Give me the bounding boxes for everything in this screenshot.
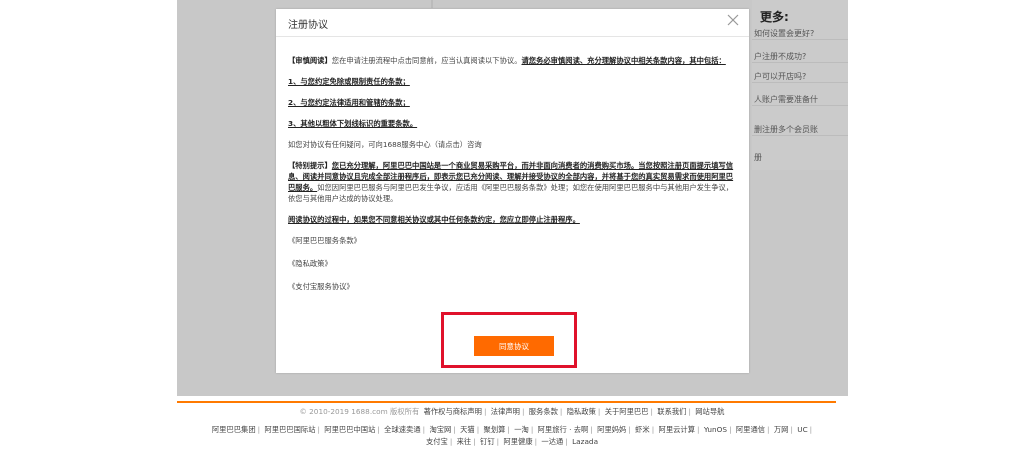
copyright-text: © 2010-2019 1688.com 版权所有 (299, 407, 420, 416)
alipay-agreement-link[interactable]: 《支付宝服务协议》 (288, 281, 736, 292)
footer-row-3: 支付宝 | 来往 | 钉钉 | 阿里健康 | 一达通 | Lazada (425, 437, 599, 446)
help-item: 人账户需要准备什 (752, 94, 848, 106)
term-item-1: 1、与您约定免除或限制责任的条款； (288, 77, 410, 86)
special-notice-text: 如您因阿里巴巴服务与阿里巴巴发生争议，应适用《阿里巴巴服务条款》处理；如您在使用… (288, 183, 734, 203)
footer-divider (177, 401, 836, 403)
footer-link[interactable]: 著作权与商标声明 (423, 407, 483, 416)
footer-link[interactable]: 法律声明 (490, 407, 521, 416)
footer-link[interactable]: 天猫 (459, 425, 476, 434)
highlight-box: 同意协议 (441, 312, 577, 368)
footer-link[interactable]: 阿里巴巴集团 (211, 425, 257, 434)
footer-link[interactable]: 一达通 (540, 437, 564, 446)
footer-row-2: 阿里巴巴集团 | 阿里巴巴国际站 | 阿里巴巴中国站 | 全球速卖通 | 淘宝网 | 天猫… (211, 425, 813, 434)
help-title: 更多: (760, 10, 789, 24)
footer-link[interactable]: 联系我们 (656, 407, 687, 416)
footer-link[interactable]: 阿里健康 (502, 437, 533, 446)
footer-link[interactable]: 虾米 (634, 425, 651, 434)
review-text: 您在申请注册流程中点击同意前，应当认真阅读以下协议。 (331, 56, 522, 65)
footer-link[interactable]: 支付宝 (425, 437, 449, 446)
footer-link[interactable]: 来往 (456, 437, 473, 446)
agree-button[interactable]: 同意协议 (474, 336, 554, 356)
review-label: 【审慎阅读】 (288, 56, 332, 65)
footer-link[interactable]: Lazada (571, 437, 599, 446)
help-item: 册 (754, 153, 762, 162)
privacy-policy-link[interactable]: 《隐私政策》 (288, 258, 736, 269)
footer-link[interactable]: 阿里妈妈 (596, 425, 627, 434)
warning-text: 阅读协议的过程中，如果您不同意相关协议或其中任何条款约定，您应立即停止注册程序。 (288, 215, 580, 224)
service-terms-link[interactable]: 《阿里巴巴服务条款》 (288, 235, 736, 246)
footer-link[interactable]: 万网 (773, 425, 790, 434)
special-notice-paragraph: 【特别提示】您已充分理解，阿里巴巴中国站是一个商业贸易采购平台，而并非面向消费者… (288, 160, 736, 204)
footer-link[interactable]: 阿里旅行 · 去啊 (537, 425, 590, 434)
close-icon[interactable] (725, 12, 741, 28)
footer-link[interactable]: 聚划算 (483, 425, 507, 434)
footer-link[interactable]: 钉钉 (479, 437, 496, 446)
footer-link[interactable]: 一淘 (513, 425, 530, 434)
help-item: 户注册不成功? (752, 51, 848, 63)
dialog-header: 注册协议 (276, 9, 749, 37)
footer-row-1: © 2010-2019 1688.com 版权所有 著作权与商标声明 | 法律声明… (299, 407, 725, 416)
background-divider (431, 0, 433, 8)
background-help-sidebar: 更多: 如何设置会更好? 户注册不成功? 户可以开店吗? 人账户需要准备什 删注… (752, 0, 848, 170)
footer-link[interactable]: 网站导航 (694, 407, 725, 416)
footer-link[interactable]: 隐私政策 (566, 407, 597, 416)
term-item-3: 3、其他以粗体下划线标识的重要条款。 (288, 119, 418, 128)
footer-link[interactable]: UC (796, 425, 808, 434)
footer-link[interactable]: 阿里云计算 (658, 425, 696, 434)
footer-link[interactable]: 阿里通信 (735, 425, 766, 434)
help-item: 删注册多个会员账 (752, 124, 848, 136)
footer-link[interactable]: 服务条款 (528, 407, 559, 416)
footer-link[interactable]: 全球速卖通 (383, 425, 421, 434)
special-notice-label: 【特别提示】 (288, 161, 332, 170)
footer-link[interactable]: 阿里巴巴国际站 (263, 425, 316, 434)
footer-link[interactable]: 关于阿里巴巴 (604, 407, 650, 416)
footer-link[interactable]: 阿里巴巴中国站 (323, 425, 376, 434)
help-item: 如何设置会更好? (752, 28, 848, 40)
dialog-title: 注册协议 (288, 20, 328, 31)
registration-agreement-dialog: 注册协议 【审慎阅读】您在申请注册流程中点击同意前，应当认真阅读以下协议。请您务… (276, 9, 749, 373)
review-bold-text: 请您务必审慎阅读、充分理解协议中相关条款内容，其中包括： (521, 56, 726, 65)
contact-text: 如您对协议有任何疑问，可向1688服务中心（请点击）咨询 (288, 140, 482, 149)
help-item: 户可以开店吗? (752, 71, 848, 83)
footer-link[interactable]: YunOS (703, 425, 728, 434)
agreement-content: 【审慎阅读】您在申请注册流程中点击同意前，应当认真阅读以下协议。请您务必审慎阅读… (288, 55, 736, 304)
term-item-2: 2、与您约定法律适用和管辖的条款； (288, 98, 410, 107)
footer-link[interactable]: 淘宝网 (428, 425, 452, 434)
review-paragraph: 【审慎阅读】您在申请注册流程中点击同意前，应当认真阅读以下协议。请您务必审慎阅读… (288, 55, 736, 66)
